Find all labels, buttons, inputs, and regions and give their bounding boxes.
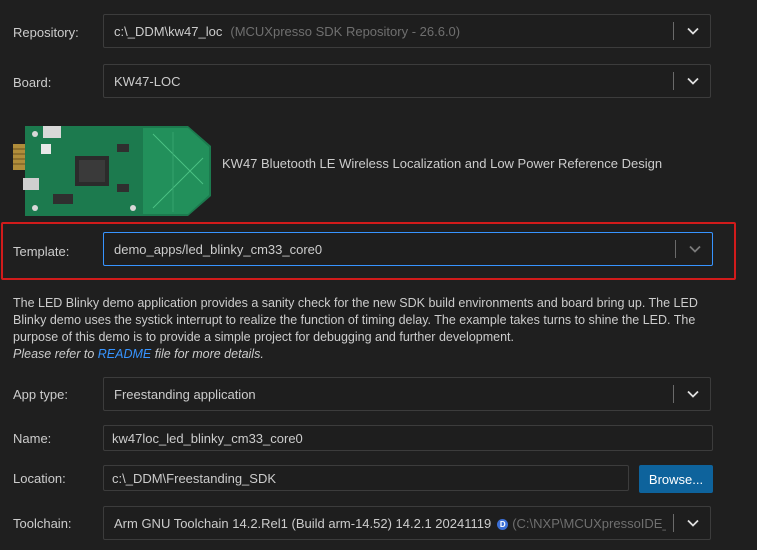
board-select[interactable]: KW47-LOC — [103, 64, 711, 98]
select-separator — [673, 72, 674, 90]
description-text: The LED Blinky demo application provides… — [13, 296, 698, 344]
readme-link[interactable]: README — [98, 347, 151, 361]
toolchain-select[interactable]: Arm GNU Toolchain 14.2.Rel1 (Build arm-1… — [103, 506, 711, 540]
chevron-down-icon[interactable] — [688, 242, 702, 256]
select-separator — [673, 514, 674, 532]
board-description: KW47 Bluetooth LE Wireless Localization … — [222, 156, 663, 171]
location-input[interactable] — [103, 465, 629, 491]
toolchain-status-icon: D — [497, 519, 509, 531]
board-image — [13, 126, 211, 216]
app-type-label: App type: — [13, 387, 68, 402]
browse-button[interactable]: Browse... — [639, 465, 713, 493]
refer-prefix: Please refer to — [13, 347, 98, 361]
chevron-down-icon[interactable] — [686, 516, 700, 530]
select-separator — [673, 22, 674, 40]
template-value: demo_apps/led_blinky_cm33_core0 — [114, 242, 323, 257]
board-label: Board: — [13, 75, 52, 90]
new-project-form: Repository: c:\_DDM\kw47_loc (MCUXpresso … — [0, 0, 757, 550]
chevron-down-icon[interactable] — [686, 74, 700, 88]
toolchain-value: Arm GNU Toolchain 14.2.Rel1 (Build arm-1… — [114, 516, 492, 531]
name-label: Name: — [13, 431, 52, 446]
refer-suffix: file for more details. — [151, 347, 264, 361]
app-type-value: Freestanding application — [114, 387, 256, 402]
toolchain-path: (C:\NXP\MCUXpressoIDE_25. — [512, 516, 666, 531]
location-label: Location: — [13, 471, 66, 486]
repository-select[interactable]: c:\_DDM\kw47_loc (MCUXpresso SDK Reposito… — [103, 14, 711, 48]
template-description: The LED Blinky demo application provides… — [13, 295, 725, 363]
board-value: KW47-LOC — [114, 74, 181, 89]
template-label: Template: — [13, 244, 70, 259]
template-select[interactable]: demo_apps/led_blinky_cm33_core0 — [103, 232, 713, 266]
chevron-down-icon[interactable] — [686, 24, 700, 38]
repository-label: Repository: — [13, 25, 79, 40]
name-input[interactable] — [103, 425, 713, 451]
chevron-down-icon[interactable] — [686, 387, 700, 401]
toolchain-label: Toolchain: — [13, 516, 72, 531]
app-type-select[interactable]: Freestanding application — [103, 377, 711, 411]
select-separator — [673, 385, 674, 403]
repository-hint: (MCUXpresso SDK Repository - 26.6.0) — [230, 24, 461, 39]
repository-value: c:\_DDM\kw47_loc — [114, 24, 223, 39]
select-separator — [675, 240, 676, 258]
board-info: KW47 Bluetooth LE Wireless Localization … — [13, 124, 713, 218]
